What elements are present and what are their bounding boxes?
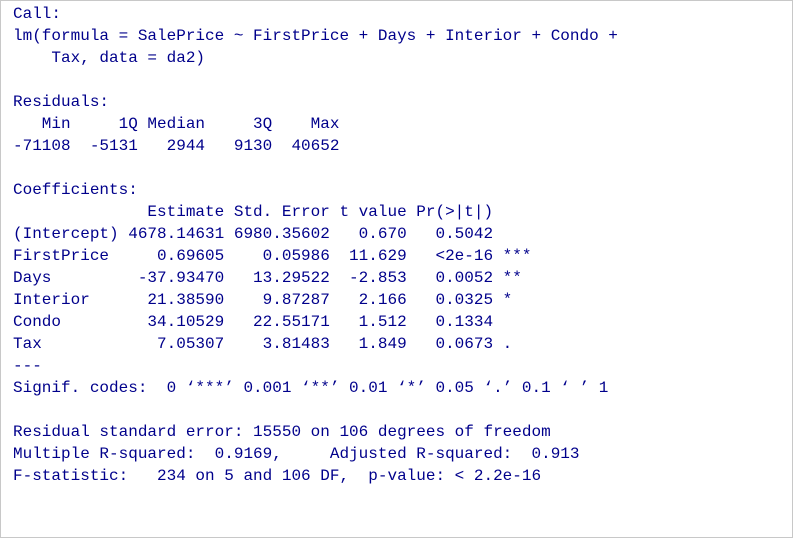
- residuals-column-labels: Min 1Q Median 3Q Max: [13, 115, 350, 133]
- residuals-header: Residuals:: [13, 93, 110, 111]
- residuals-values: -71108 -5131 2944 9130 40652: [13, 137, 350, 155]
- coefficient-row-firstprice: FirstPrice 0.69605 0.05986 11.629 <2e-16…: [13, 247, 532, 265]
- r-console-output: Call: lm(formula = SalePrice ~ FirstPric…: [0, 0, 793, 538]
- coefficients-column-labels: Estimate Std. Error t value Pr(>|t|): [13, 203, 532, 221]
- separator-dashes: ---: [13, 357, 42, 375]
- call-header: Call:: [13, 5, 62, 23]
- residual-standard-error: Residual standard error: 15550 on 106 de…: [13, 423, 551, 441]
- coefficient-row-tax: Tax 7.05307 3.81483 1.849 0.0673 .: [13, 335, 532, 353]
- coefficients-header: Coefficients:: [13, 181, 138, 199]
- call-formula-line-1: lm(formula = SalePrice ~ FirstPrice + Da…: [13, 27, 618, 45]
- coefficient-row-interior: Interior 21.38590 9.87287 2.166 0.0325 *: [13, 291, 532, 309]
- coefficient-row-days: Days -37.93470 13.29522 -2.853 0.0052 **: [13, 269, 532, 287]
- f-statistic-summary: F-statistic: 234 on 5 and 106 DF, p-valu…: [13, 467, 542, 485]
- call-formula-line-2: Tax, data = da2): [13, 49, 206, 67]
- signif-codes-legend: Signif. codes: 0 ‘***’ 0.001 ‘**’ 0.01 ‘…: [13, 379, 609, 397]
- r-squared-summary: Multiple R-squared: 0.9169, Adjusted R-s…: [13, 445, 590, 463]
- coefficient-row-condo: Condo 34.10529 22.55171 1.512 0.1334: [13, 313, 532, 331]
- coefficient-row-intercept: (Intercept) 4678.14631 6980.35602 0.670 …: [13, 225, 532, 243]
